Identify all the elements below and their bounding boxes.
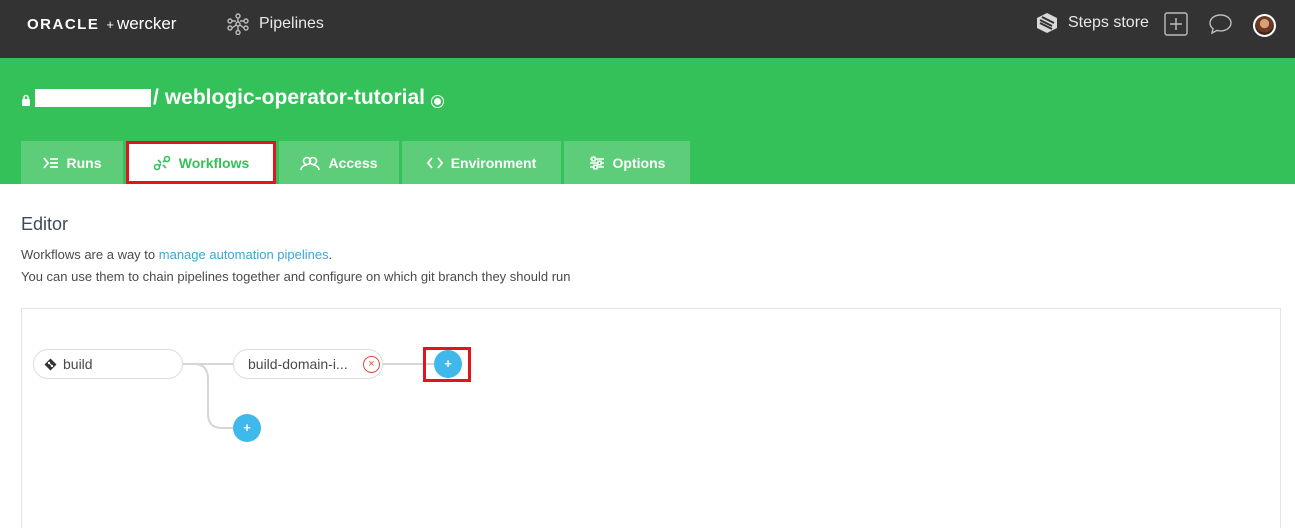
lock-icon: [22, 94, 30, 106]
code-brackets-icon: [426, 156, 443, 169]
brand-plus: +: [106, 16, 114, 32]
avatar[interactable]: [1253, 14, 1276, 37]
repo-name[interactable]: weblogic-operator-tutorial: [165, 86, 425, 110]
remove-pipeline-button[interactable]: ×: [363, 356, 380, 373]
pipeline-node-build[interactable]: build: [33, 349, 183, 379]
oracle-wercker-logo[interactable]: ORACLE + wercker: [27, 14, 176, 34]
description-suffix: .: [328, 247, 333, 262]
chat-icon: [1209, 14, 1232, 35]
tab-workflows-label: Workflows: [178, 154, 250, 171]
tab-environment-label: Environment: [450, 154, 537, 171]
workflow-connectors: [183, 363, 434, 429]
tab-runs-label: Runs: [66, 154, 102, 171]
github-icon[interactable]: [431, 94, 445, 108]
top-navigation-bar: ORACLE + wercker Pipelines Steps store: [0, 0, 1295, 58]
editor-title: Editor: [21, 214, 69, 234]
tab-runs[interactable]: Runs: [21, 141, 123, 184]
editor-description: Workflows are a way to manage automation…: [21, 247, 332, 262]
tab-access[interactable]: Access: [279, 141, 399, 184]
add-icon: [1164, 12, 1188, 36]
add-button[interactable]: [1164, 12, 1188, 36]
repo-separator: /: [153, 86, 159, 109]
workflows-icon: [153, 155, 171, 170]
steps-store-icon: [1037, 13, 1057, 33]
brand-wercker: wercker: [116, 14, 177, 33]
feedback-button[interactable]: [1208, 12, 1233, 36]
runs-icon: [42, 156, 58, 169]
tab-access-label: Access: [328, 154, 378, 171]
pipeline-node-label: build: [63, 356, 93, 372]
brand-oracle: ORACLE: [27, 15, 100, 33]
repo-breadcrumb: / weblogic-operator-tutorial: [21, 86, 445, 110]
pipeline-node-build-domain[interactable]: build-domain-i... ×: [233, 349, 383, 379]
highlight-annotation: [423, 347, 471, 382]
tab-options-label: Options: [612, 154, 666, 171]
tab-environment[interactable]: Environment: [402, 141, 561, 184]
pipelines-nav-link[interactable]: Pipelines: [227, 12, 324, 36]
pipelines-label: Pipelines: [259, 15, 324, 32]
pipelines-icon: [227, 13, 249, 35]
tab-workflows[interactable]: Workflows: [126, 141, 276, 184]
project-header: / weblogic-operator-tutorial Runs Workfl…: [0, 58, 1295, 184]
project-tabs: Runs Workflows Access Environment Option…: [21, 141, 693, 184]
avatar-image: [1255, 16, 1274, 35]
steps-store-label: Steps store: [1068, 14, 1149, 31]
manage-pipelines-link[interactable]: manage automation pipelines: [159, 247, 329, 262]
description-prefix: Workflows are a way to: [21, 247, 159, 262]
connector-branch: [193, 363, 233, 429]
owner-name-redacted: [35, 89, 151, 107]
pipeline-node-label: build-domain-i...: [248, 356, 348, 372]
tab-options[interactable]: Options: [564, 141, 690, 184]
access-icon: [300, 156, 321, 170]
add-branch-pipeline-button[interactable]: +: [233, 414, 261, 442]
steps-store-link[interactable]: Steps store: [1036, 11, 1149, 35]
options-icon: [589, 155, 604, 170]
workflow-editor-canvas: build build-domain-i... × + +: [21, 308, 1281, 528]
editor-description-line2: You can use them to chain pipelines toge…: [21, 269, 571, 284]
git-icon: [44, 358, 57, 370]
